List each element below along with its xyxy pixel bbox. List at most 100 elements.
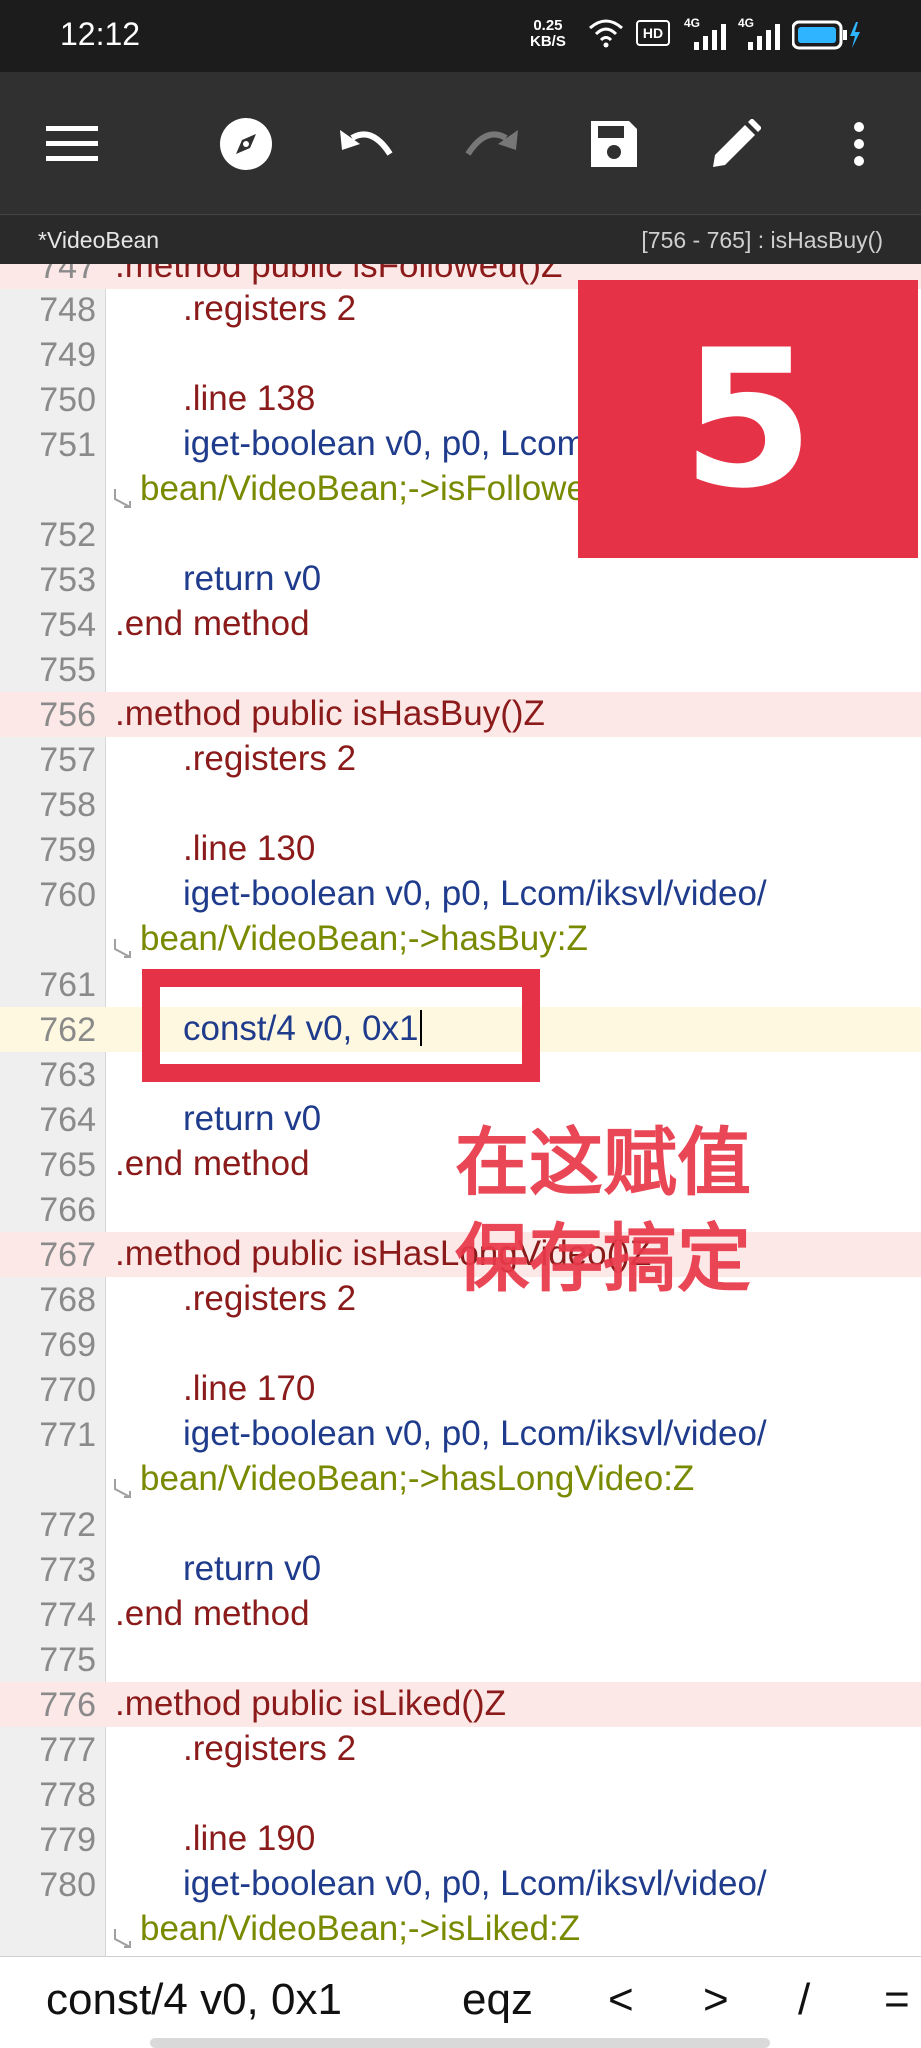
line-number: 769 <box>39 1326 96 1364</box>
code-line[interactable]: 780 iget-boolean v0, p0, Lcom/iksvl/vide… <box>0 1862 921 1907</box>
annotation-text: 在这赋值 保存搞定 <box>455 1115 751 1307</box>
line-number: 750 <box>39 381 96 419</box>
step-number-badge: 5 <box>578 280 918 558</box>
line-number: 755 <box>39 651 96 689</box>
more-button[interactable] <box>822 108 896 180</box>
clock: 12:12 <box>60 16 141 52</box>
line-number: 763 <box>39 1056 96 1094</box>
code-text: iget-boolean v0, p0, Lcom/iksvl/video/ <box>183 1414 767 1453</box>
code-line[interactable]: 773 return v0 <box>0 1547 921 1592</box>
code-text: iget-boolean v0, p0, Lcom/iksvl/video/ <box>183 1864 767 1903</box>
code-text: .end method <box>115 604 310 643</box>
redo-button[interactable] <box>454 108 526 180</box>
line-number: 762 <box>39 1011 96 1049</box>
signal-4g-icon: 4G <box>684 16 728 50</box>
symbol-greater-than[interactable]: > <box>703 1975 729 2025</box>
line-number: 780 <box>39 1866 96 1904</box>
code-line[interactable]: 778 <box>0 1772 921 1817</box>
line-number: 767 <box>39 1236 96 1274</box>
code-line[interactable]: 779 .line 190 <box>0 1817 921 1862</box>
network-speed: 0.25 KB/S <box>530 18 566 50</box>
line-number: 756 <box>39 696 96 734</box>
more-vertical-icon <box>854 122 864 166</box>
line-number: 773 <box>39 1551 96 1589</box>
wrap-arrow-icon <box>114 1479 131 1498</box>
line-number: 778 <box>39 1776 96 1814</box>
line-number: 761 <box>39 966 96 1004</box>
line-number: 757 <box>39 741 96 779</box>
code-line[interactable]: 775 <box>0 1637 921 1682</box>
code-line[interactable]: 755 <box>0 647 921 692</box>
code-line[interactable]: 771 iget-boolean v0, p0, Lcom/iksvl/vide… <box>0 1412 921 1457</box>
line-number: 776 <box>39 1686 96 1724</box>
line-number: 775 <box>39 1641 96 1679</box>
signal-bars-icon <box>694 24 726 50</box>
undo-icon <box>340 130 393 156</box>
code-line[interactable]: 754 .end method <box>0 602 921 647</box>
menu-icon <box>46 126 98 161</box>
method-range: [756 - 765] : isHasBuy() <box>641 227 883 253</box>
redo-icon <box>465 130 518 156</box>
line-number: 764 <box>39 1101 96 1139</box>
suggestion-eqz[interactable]: eqz <box>462 1975 533 2025</box>
compass-icon <box>220 118 272 170</box>
line-number: 766 <box>39 1191 96 1229</box>
edit-button[interactable] <box>700 108 772 180</box>
code-line[interactable]: 753 return v0 <box>0 557 921 602</box>
code-text: .method public isHasBuy()Z <box>115 694 545 733</box>
code-text: return v0 <box>183 1549 322 1588</box>
network-speed-value: 0.25 <box>533 17 563 34</box>
menu-button[interactable] <box>36 108 108 180</box>
network-speed-unit: KB/S <box>530 33 566 50</box>
suggestion-const[interactable]: const/4 v0, 0x1 <box>46 1975 342 2025</box>
code-text: .line 130 <box>183 829 316 868</box>
battery-charging-icon <box>792 20 860 50</box>
code-line[interactable]: 757 .registers 2 <box>0 737 921 782</box>
code-line[interactable]: 769 <box>0 1322 921 1367</box>
code-text: .registers 2 <box>183 289 357 328</box>
pencil-icon <box>713 119 761 167</box>
wrap-arrow-icon <box>114 489 131 508</box>
code-line-wrapped[interactable]: bean/VideoBean;->hasBuy:Z <box>0 917 921 962</box>
highlight-box <box>142 969 540 1082</box>
code-text: .end method <box>115 1144 310 1183</box>
code-line-wrapped[interactable]: bean/VideoBean;->isLiked:Z <box>0 1907 921 1952</box>
line-number: 760 <box>39 876 96 914</box>
code-line[interactable]: 770 .line 170 <box>0 1367 921 1412</box>
line-number: 768 <box>39 1281 96 1319</box>
line-number: 758 <box>39 786 96 824</box>
code-text: .line 170 <box>183 1369 316 1408</box>
annotation-line: 在这赋值 <box>455 1120 751 1206</box>
code-line[interactable]: 772 <box>0 1502 921 1547</box>
code-line[interactable]: 760 iget-boolean v0, p0, Lcom/iksvl/vide… <box>0 872 921 917</box>
symbol-equals[interactable]: = <box>884 1975 910 2025</box>
line-number: 749 <box>39 336 96 374</box>
undo-button[interactable] <box>332 108 404 180</box>
code-line-wrapped[interactable]: bean/VideoBean;->hasLongVideo:Z <box>0 1457 921 1502</box>
code-line[interactable]: 759 .line 130 <box>0 827 921 872</box>
code-line[interactable]: 774 .end method <box>0 1592 921 1637</box>
status-bar: 12:12 0.25 KB/S HD 4G 4G <box>0 0 921 72</box>
code-line[interactable]: 756 .method public isHasBuy()Z <box>0 692 921 737</box>
wifi-icon <box>589 19 623 48</box>
signal-bars-icon-2 <box>748 24 780 50</box>
code-line[interactable]: 777 .registers 2 <box>0 1727 921 1772</box>
navigate-button[interactable] <box>210 108 282 180</box>
save-button[interactable] <box>578 108 650 180</box>
line-number: 759 <box>39 831 96 869</box>
code-text: .method public isFollowed()Z <box>115 264 563 285</box>
code-text: .registers 2 <box>183 1279 357 1318</box>
code-text: iget-boolean v0, p0, Lcom/iksvl/video/ <box>183 874 767 913</box>
code-text: return v0 <box>183 1099 322 1138</box>
line-number: 753 <box>39 561 96 599</box>
code-text: bean/VideoBean;->hasLongVideo:Z <box>140 1459 695 1498</box>
code-line[interactable]: 776 .method public isLiked()Z <box>0 1682 921 1727</box>
editor-toolbar <box>0 72 921 214</box>
code-line[interactable]: 758 <box>0 782 921 827</box>
line-number: 777 <box>39 1731 96 1769</box>
symbol-slash[interactable]: / <box>798 1975 810 2025</box>
code-text: return v0 <box>183 559 322 598</box>
symbol-less-than[interactable]: < <box>608 1975 634 2025</box>
horizontal-scrollbar[interactable] <box>150 2038 770 2048</box>
line-number: 774 <box>39 1596 96 1634</box>
